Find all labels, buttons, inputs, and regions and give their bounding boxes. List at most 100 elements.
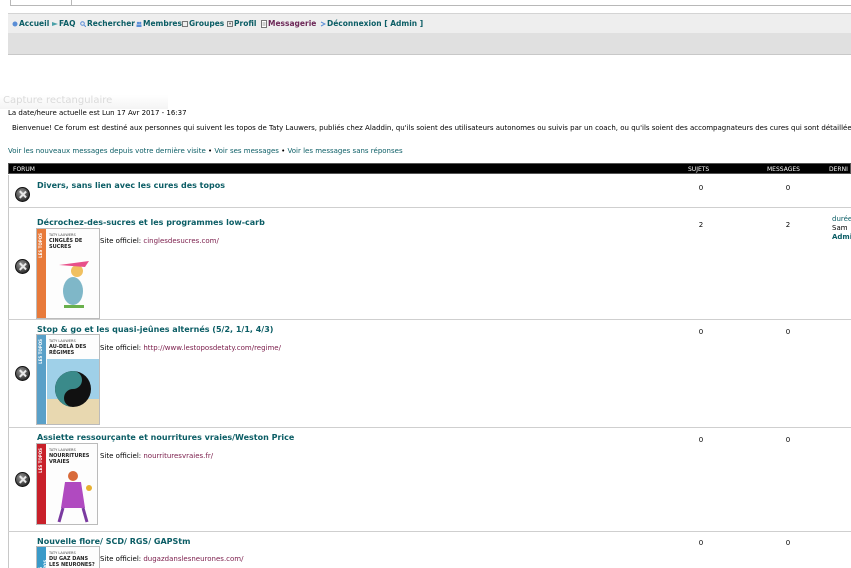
forum-posts-count: 0 [785, 328, 791, 336]
last-post-date: Sam [832, 224, 848, 232]
book-illustration [57, 471, 92, 523]
nav-accueil[interactable]: Accueil [12, 19, 49, 28]
link-unanswered[interactable]: Voir les messages sans réponses [288, 147, 403, 155]
nav-profil[interactable]: Profil [227, 19, 256, 28]
nav-membres-label: Membres [143, 19, 182, 28]
forum-status-icon [15, 472, 30, 487]
book-illustration [59, 261, 89, 308]
book-spine: LES TOPOS [37, 547, 48, 568]
header-posts: MESSAGES [767, 166, 800, 173]
inbox-icon [261, 19, 267, 28]
faq-icon [52, 21, 58, 26]
last-post-author[interactable]: Admi [832, 233, 851, 242]
forum-row: Décrochez-des-sucres et les programmes l… [8, 208, 851, 319]
nav-faq-label: FAQ [59, 19, 76, 28]
forum-site: Site officiel: nourrituresvraies.fr/ [100, 452, 213, 460]
book-spine: LES TOPOS [37, 229, 46, 318]
book-illustration [47, 359, 99, 424]
groups-icon [182, 20, 188, 27]
nav-messagerie[interactable]: Messagerie [261, 19, 316, 28]
header-topics: SUJETS [688, 166, 710, 173]
forum-table-header: FORUM SUJETS MESSAGES DERNI [8, 163, 851, 174]
home-icon [12, 21, 18, 26]
last-post-info: durée Sam Admi [832, 215, 851, 242]
link-my-messages[interactable]: Voir ses messages [214, 147, 279, 155]
nav-messagerie-label: Messagerie [268, 19, 317, 28]
site-label: Site officiel: [100, 344, 142, 352]
forum-site: Site officiel: dugazdanslesneurones.com/ [100, 555, 243, 563]
forum-topics-count: 0 [698, 184, 704, 192]
nav-membres[interactable]: Membres [136, 19, 182, 28]
forum-topics-count: 0 [698, 328, 704, 336]
book-author: TATY LAUWERS [49, 339, 76, 343]
book-spine-text: LES TOPOS [38, 233, 43, 258]
book-spine: LES TOPOS [37, 335, 46, 424]
welcome-message: Bienvenue! Ce forum est destiné aux pers… [12, 124, 851, 132]
nav-groupes-label: Groupes [189, 19, 225, 28]
forum-status-icon [15, 187, 30, 202]
link-separator: • [208, 147, 213, 155]
nav-rechercher[interactable]: Rechercher [80, 19, 135, 28]
forum-status-icon [15, 259, 30, 274]
nav-deconnexion[interactable]: Déconnexion [ Admin ] [320, 19, 423, 28]
nav-faq[interactable]: FAQ [52, 19, 75, 28]
link-separator: • [281, 147, 286, 155]
capture-overlay-label: Capture rectangulaire [0, 95, 168, 109]
site-label: Site officiel: [100, 555, 142, 563]
book-cover-image: LES TOPOS TATY LAUWERS AU-DELÀ DES RÉGIM… [36, 334, 100, 425]
site-url[interactable]: http://www.lestoposdetaty.com/regime/ [143, 344, 281, 352]
book-cover-image: LES TOPOS TATY LAUWERS NOURRITURES VRAIE… [36, 443, 98, 525]
forum-site: Site officiel: http://www.lestoposdetaty… [100, 344, 281, 352]
link-new-messages[interactable]: Voir les nouveaux messages depuis votre … [8, 147, 206, 155]
forum-title[interactable]: Nouvelle flore/ SCD/ RGS/ GAPStm [37, 537, 190, 546]
forum-topics-count: 0 [698, 539, 704, 547]
forum-row: Divers, sans lien avec les cures des top… [8, 175, 851, 207]
forum-posts-count: 0 [785, 436, 791, 444]
book-cover-image: LES TOPOS TATY LAUWERS CINGLÉS DE SUCRES [36, 228, 100, 319]
forum-row: Assiette ressourçante et nourritures vra… [8, 428, 851, 531]
last-post-topic[interactable]: durée [832, 215, 851, 224]
forum-posts-count: 2 [785, 221, 791, 229]
book-cover-image: LES TOPOS TATY LAUWERS DU GAZ DANS LES N… [36, 546, 100, 568]
book-title: DU GAZ DANS LES NEURONES? [49, 556, 95, 568]
logout-icon [320, 21, 326, 26]
header-forum: FORUM [13, 166, 35, 173]
quick-links: Voir les nouveaux messages depuis votre … [8, 147, 403, 155]
main-navbar: Accueil FAQ Rechercher Membres Groupes P… [8, 13, 851, 33]
forum-title[interactable]: Décrochez-des-sucres et les programmes l… [37, 218, 265, 227]
site-url[interactable]: cinglesdesucres.com/ [143, 237, 218, 245]
forum-status-icon [15, 366, 30, 381]
top-divider [72, 5, 851, 6]
forum-row: Stop & go et les quasi-jeûnes alternés (… [8, 320, 851, 427]
forum-topics-count: 0 [698, 436, 704, 444]
members-icon [136, 21, 142, 27]
book-title: CINGLÉS DE SUCRES [49, 238, 83, 250]
nav-deconnexion-label: Déconnexion [ Admin ] [327, 19, 424, 28]
nav-groupes[interactable]: Groupes [182, 19, 224, 28]
profile-icon [227, 20, 233, 27]
book-author: TATY LAUWERS [49, 448, 76, 452]
forum-title[interactable]: Stop & go et les quasi-jeûnes alternés (… [37, 325, 273, 334]
current-datetime: La date/heure actuelle est Lun 17 Avr 20… [8, 109, 187, 117]
nav-rechercher-label: Rechercher [87, 19, 136, 28]
forum-posts-count: 0 [785, 184, 791, 192]
forum-topics-count: 2 [698, 221, 704, 229]
search-icon [80, 20, 86, 27]
header-last-post: DERNI [829, 166, 848, 173]
forum-site: Site officiel: cinglesdesucres.com/ [100, 237, 219, 245]
book-spine-text: LES TOPOS [38, 559, 48, 568]
site-url[interactable]: nourrituresvraies.fr/ [143, 452, 213, 460]
site-url[interactable]: dugazdanslesneurones.com/ [143, 555, 243, 563]
book-spine: LES TOPOS [37, 444, 46, 524]
nav-profil-label: Profil [234, 19, 257, 28]
forum-title[interactable]: Assiette ressourçante et nourritures vra… [37, 433, 294, 442]
book-author: TATY LAUWERS [49, 233, 76, 237]
book-title: AU-DELÀ DES RÉGIMES [49, 344, 87, 356]
site-label: Site officiel: [100, 452, 142, 460]
sub-navbar [8, 33, 851, 55]
site-label: Site officiel: [100, 237, 142, 245]
nav-accueil-label: Accueil [19, 19, 50, 28]
book-spine-text: LES TOPOS [38, 448, 43, 473]
forum-title[interactable]: Divers, sans lien avec les cures des top… [37, 181, 225, 190]
book-spine-text: LES TOPOS [38, 339, 43, 364]
